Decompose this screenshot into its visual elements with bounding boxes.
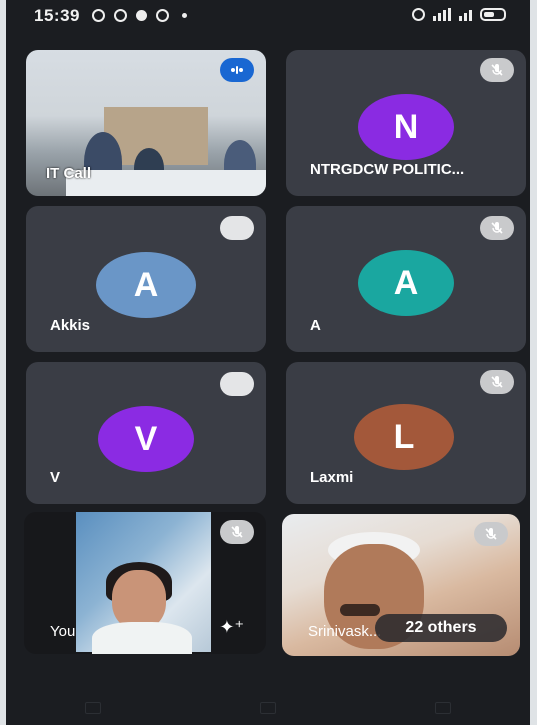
signal-icon-2 bbox=[459, 8, 472, 21]
mic-status-icon bbox=[220, 216, 254, 240]
participant-tile[interactable]: L Laxmi bbox=[286, 362, 526, 504]
mic-off-icon bbox=[480, 370, 514, 394]
participant-name: IT Call bbox=[46, 165, 92, 182]
table-shape bbox=[66, 170, 266, 196]
dot-icon bbox=[136, 10, 147, 21]
avatar: A bbox=[96, 252, 196, 318]
avatar: A bbox=[358, 250, 454, 316]
meeting-screen: 15:39 IT Call N NTRGDCW POLITIC... A Akk… bbox=[6, 0, 530, 725]
participant-tile-it-call[interactable]: IT Call bbox=[26, 50, 266, 196]
battery-icon bbox=[480, 8, 506, 21]
back-icon[interactable] bbox=[434, 702, 451, 714]
mic-off-icon bbox=[474, 522, 508, 546]
participant-tile-srinivas[interactable]: Srinivask... 22 others bbox=[282, 514, 520, 656]
participant-tile[interactable]: V V bbox=[26, 362, 266, 504]
alarm-icon bbox=[412, 8, 425, 21]
self-view-tile[interactable]: You ✦⁺ bbox=[24, 512, 266, 654]
notification-icons bbox=[92, 9, 187, 22]
system-icons bbox=[412, 8, 506, 21]
self-name: You bbox=[50, 623, 76, 640]
signal-icon bbox=[433, 8, 451, 21]
more-notifications-icon bbox=[182, 13, 187, 18]
home-icon[interactable] bbox=[259, 702, 276, 714]
participant-tile[interactable]: A Akkis bbox=[26, 206, 266, 352]
participant-tile[interactable]: N NTRGDCW POLITIC... bbox=[286, 50, 526, 196]
effects-icon[interactable]: ✦⁺ bbox=[219, 617, 244, 638]
mic-status-icon bbox=[220, 372, 254, 396]
mic-off-icon bbox=[480, 58, 514, 82]
status-time: 15:39 bbox=[34, 6, 80, 25]
participant-name: Laxmi bbox=[310, 469, 354, 486]
notification-icon bbox=[92, 9, 105, 22]
avatar: V bbox=[98, 406, 194, 472]
others-count-button[interactable]: 22 others bbox=[375, 614, 507, 642]
mic-off-icon bbox=[220, 520, 254, 544]
person-shape bbox=[340, 604, 380, 616]
participant-tile[interactable]: A A bbox=[286, 206, 526, 352]
person-shape bbox=[92, 622, 192, 654]
whatsapp-icon bbox=[114, 9, 127, 22]
participant-name: NTRGDCW POLITIC... bbox=[310, 161, 465, 178]
participant-name: Akkis bbox=[50, 317, 91, 334]
messenger-icon bbox=[156, 9, 169, 22]
person-shape bbox=[112, 570, 166, 630]
participant-name: A bbox=[310, 317, 321, 334]
participant-name: Srinivask... bbox=[308, 623, 382, 640]
system-nav-bar bbox=[6, 691, 530, 725]
self-video bbox=[76, 512, 211, 654]
status-bar: 15:39 bbox=[6, 0, 530, 34]
speaking-indicator-icon bbox=[220, 58, 254, 82]
recents-icon[interactable] bbox=[85, 702, 102, 714]
mic-off-icon bbox=[480, 216, 514, 240]
avatar: N bbox=[358, 94, 454, 160]
avatar: L bbox=[354, 404, 454, 470]
participant-name: V bbox=[50, 469, 61, 486]
